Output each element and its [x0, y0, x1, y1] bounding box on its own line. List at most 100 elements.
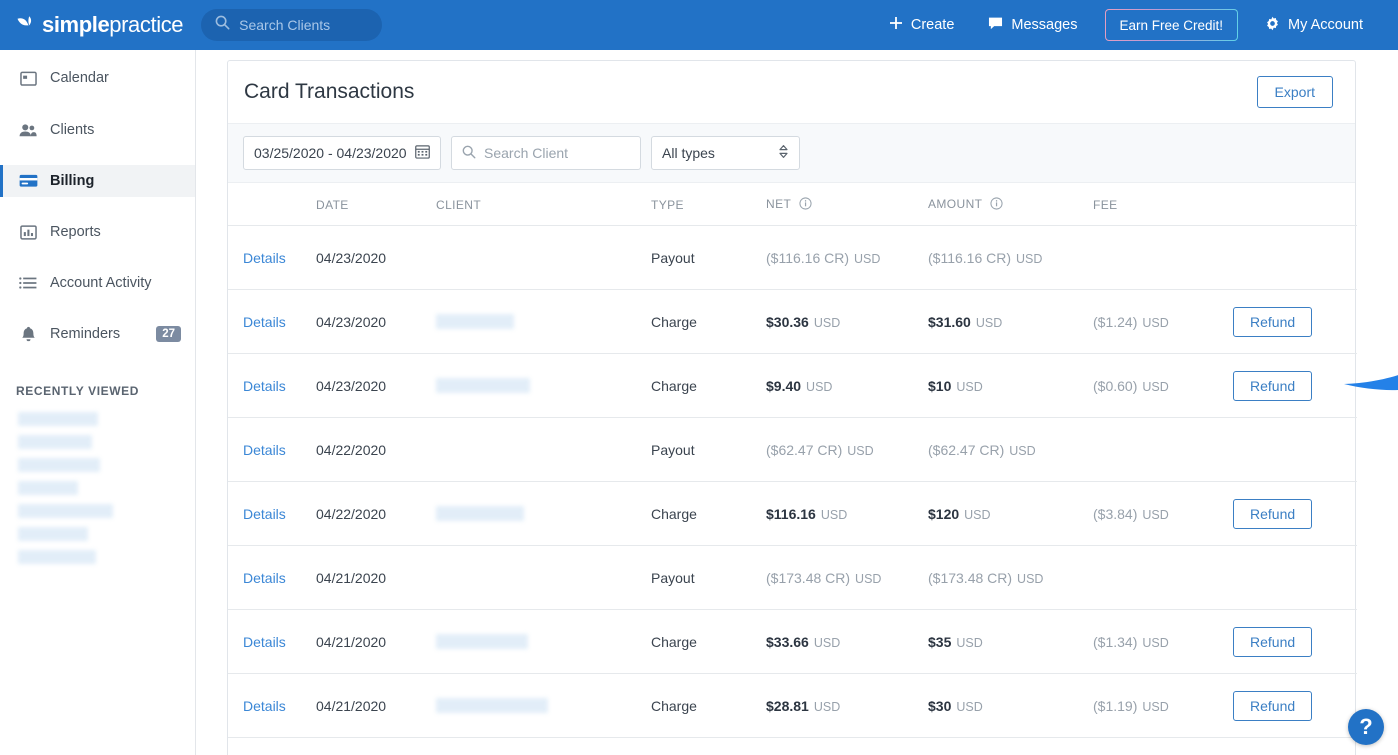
redacted-client-name[interactable] [18, 550, 96, 564]
amount-value: $120 [928, 505, 960, 522]
refund-button[interactable]: Refund [1233, 370, 1313, 401]
help-button[interactable]: ? [1348, 709, 1384, 745]
sidebar-item-billing[interactable]: Billing [0, 165, 195, 197]
cell-amount: $10 USD [928, 353, 1093, 418]
cell-net: $9.40 USD [766, 353, 928, 418]
cell-net: $116.16 USD [766, 481, 928, 546]
earn-free-credit-button[interactable]: Earn Free Credit! [1105, 9, 1239, 41]
my-account-label: My Account [1288, 17, 1363, 33]
col-amount: AMOUNT [928, 183, 1093, 226]
cell-date: 04/23/2020 [316, 289, 436, 354]
fee-currency: USD [1142, 635, 1169, 650]
recently-viewed-list [18, 412, 195, 564]
redacted-client-name[interactable] [436, 314, 514, 329]
net-currency: USD [813, 635, 841, 650]
redacted-client-name[interactable] [18, 504, 113, 518]
cell-client [436, 481, 651, 546]
cell-amount: ($116.16 CR) USD [928, 225, 1093, 290]
gear-icon [1265, 16, 1280, 35]
cell-net: ($116.16 CR) USD [766, 225, 928, 290]
amount-value: $30 [928, 697, 952, 714]
details-link[interactable]: Details [243, 698, 286, 714]
net-currency: USD [813, 699, 841, 714]
page-title: Card Transactions [244, 80, 415, 103]
people-icon [18, 123, 38, 138]
messages-button[interactable]: Messages [971, 0, 1094, 50]
net-currency: USD [855, 571, 882, 586]
details-link[interactable]: Details [243, 570, 286, 586]
list-icon [18, 276, 38, 290]
redacted-client-name[interactable] [436, 634, 528, 649]
fee-value: ($0.60) [1093, 377, 1138, 394]
create-button[interactable]: Create [872, 0, 972, 50]
info-icon[interactable] [799, 197, 812, 213]
sidebar-item-calendar[interactable]: Calendar [0, 62, 195, 94]
net-value: ($116.16 CR) [766, 249, 850, 266]
col-net-label: NET [766, 197, 791, 211]
redacted-client-name[interactable] [436, 506, 524, 521]
details-link[interactable]: Details [243, 634, 286, 650]
client-search-field[interactable] [451, 136, 641, 170]
redacted-client-name[interactable] [18, 527, 88, 541]
refund-button[interactable]: Refund [1233, 690, 1313, 721]
date-range-picker[interactable]: 03/25/2020 - 04/23/2020 [243, 136, 441, 170]
redacted-client-name[interactable] [18, 435, 92, 449]
details-link[interactable]: Details [243, 442, 286, 458]
cell-action: Refund [1233, 481, 1357, 546]
top-navigation: Create Messages Earn Free Credit! My Acc… [872, 0, 1380, 50]
cell-net: $30.36 USD [766, 289, 928, 354]
cell-fee: ($1.19) USD [1093, 673, 1233, 738]
cell-details: Details [228, 545, 316, 610]
fee-value: ($1.19) [1093, 697, 1138, 714]
client-search-input[interactable] [484, 145, 634, 161]
transaction-type-value: All types [662, 145, 715, 161]
sidebar-item-reports[interactable]: Reports [0, 216, 195, 248]
redacted-client-name[interactable] [18, 458, 100, 472]
redacted-client-name[interactable] [18, 412, 98, 426]
refund-button[interactable]: Refund [1233, 306, 1313, 337]
sidebar-item-reminders[interactable]: Reminders 27 [0, 318, 195, 350]
col-amount-label: AMOUNT [928, 197, 983, 211]
my-account-button[interactable]: My Account [1248, 0, 1380, 50]
fee-value: ($1.24) [1093, 313, 1138, 330]
brand-name-bold: simple [42, 12, 110, 37]
brand-logo[interactable]: simplepractice [16, 0, 184, 50]
amount-value: $10 [928, 377, 952, 394]
sidebar-item-label: Reports [50, 224, 101, 240]
cell-fee [1093, 225, 1233, 290]
sidebar-item-account-activity[interactable]: Account Activity [0, 267, 195, 299]
sidebar-item-clients[interactable]: Clients [0, 114, 195, 146]
redacted-client-name[interactable] [436, 378, 530, 393]
details-link[interactable]: Details [243, 506, 286, 522]
details-link[interactable]: Details [243, 378, 286, 394]
date-range-value: 03/25/2020 - 04/23/2020 [254, 145, 407, 161]
cell-action [1233, 225, 1357, 290]
cell-details: Details [228, 353, 316, 418]
redacted-client-name[interactable] [436, 698, 548, 713]
cell-date: 04/23/2020 [316, 225, 436, 290]
chevron-updown-icon [778, 144, 789, 162]
sidebar-item-label: Reminders [50, 326, 121, 342]
global-search-box[interactable] [201, 9, 383, 41]
export-button[interactable]: Export [1256, 76, 1333, 108]
info-icon[interactable] [990, 197, 1003, 213]
search-input[interactable] [239, 17, 370, 33]
details-link[interactable]: Details [243, 250, 286, 266]
amount-currency: USD [956, 635, 983, 650]
fee-currency: USD [1142, 315, 1169, 330]
cell-fee: ($1.24) USD [1093, 289, 1233, 354]
table-row: Details 04/22/2020 Payout ($62.47 CR) USD ($6… [228, 417, 1357, 482]
redacted-client-name[interactable] [18, 481, 78, 495]
cell-fee [1093, 417, 1233, 482]
col-net: NET [766, 183, 928, 226]
message-bubble-icon [988, 16, 1003, 34]
amount-currency: USD [964, 507, 991, 522]
cell-date: 04/21/2020 [316, 673, 436, 738]
refund-button[interactable]: Refund [1233, 626, 1313, 657]
details-link[interactable]: Details [243, 314, 286, 330]
net-currency: USD [806, 379, 833, 394]
refund-button[interactable]: Refund [1233, 498, 1313, 529]
cell-type: Charge [651, 673, 766, 738]
transaction-type-select[interactable]: All types [651, 136, 800, 170]
cell-client [436, 609, 651, 674]
